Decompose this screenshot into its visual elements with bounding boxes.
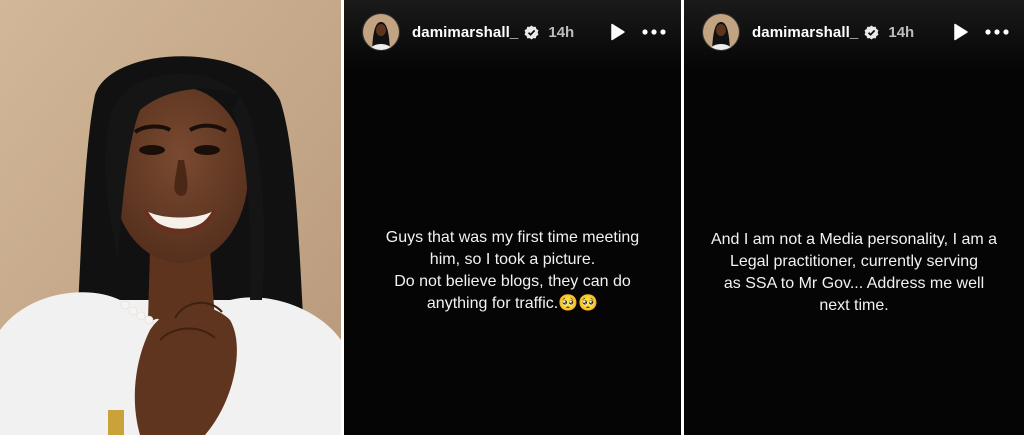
post-time: 14h [548, 23, 575, 41]
avatar-image [363, 14, 399, 50]
story-panel-2[interactable]: damimarshall_ 14h And I am not a Media p… [684, 0, 1024, 435]
play-icon[interactable] [950, 22, 970, 42]
avatar[interactable] [362, 13, 400, 51]
story-panel-1[interactable]: damimarshall_ 14h Guys that was my first… [344, 0, 681, 435]
caption-line: as SSA to Mr Gov... Address me well [723, 275, 985, 292]
story-header: damimarshall_ 14h [702, 10, 1010, 54]
story-caption: And I am not a Media personality, I am a… [684, 229, 1024, 317]
avatar-image [703, 14, 739, 50]
caption-line: And I am not a Media personality, I am a [710, 231, 998, 248]
story-collage: damimarshall_ 14h Guys that was my first… [0, 0, 1024, 435]
story-header: damimarshall_ 14h [362, 10, 667, 54]
caption-line: next time. [819, 297, 889, 314]
portrait-photo [0, 0, 341, 435]
more-options-icon[interactable] [641, 22, 667, 42]
caption-line: Guys that was my first time meeting [385, 229, 640, 246]
post-time: 14h [888, 23, 915, 41]
more-options-icon[interactable] [984, 22, 1010, 42]
username[interactable]: damimarshall_ [412, 24, 518, 41]
portrait-illustration [0, 0, 341, 435]
caption-line: him, so I took a picture. [429, 251, 596, 268]
caption-line: Legal practitioner, currently serving [729, 253, 979, 270]
caption-line: Do not believe blogs, they can do [394, 273, 631, 290]
username[interactable]: damimarshall_ [752, 24, 858, 41]
avatar[interactable] [702, 13, 740, 51]
caption-line: anything for traffic.🥺🥺 [426, 295, 599, 312]
verified-badge-icon [524, 24, 539, 40]
play-icon[interactable] [607, 22, 627, 42]
story-caption: Guys that was my first time meeting him,… [344, 227, 681, 315]
verified-badge-icon [864, 24, 879, 40]
